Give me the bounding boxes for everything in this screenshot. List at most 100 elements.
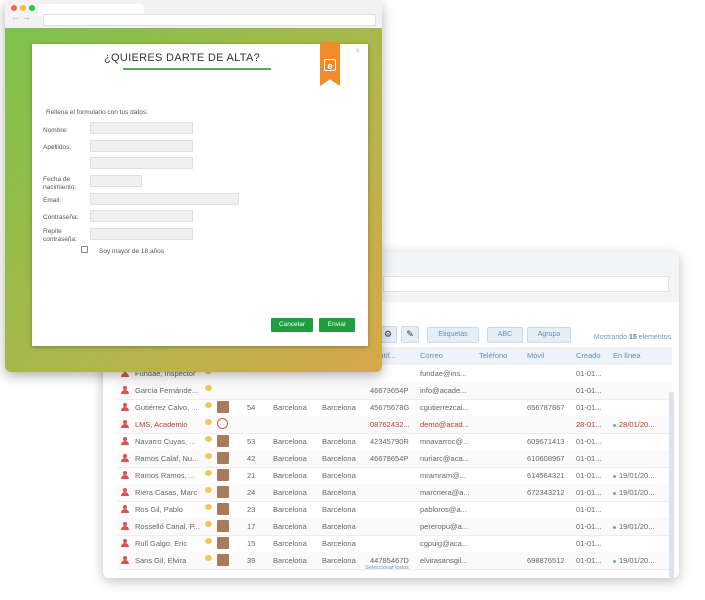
- table-row[interactable]: Gutiérrez Calvo, ... 54 Barcelona Barcelona…: [117, 399, 672, 417]
- column-header-online[interactable]: En línea: [613, 347, 641, 365]
- users-table: Identif... Correo Teléfono Móvil Creado …: [117, 347, 672, 577]
- user-created: 01-01...: [576, 437, 602, 446]
- user-age: 21: [247, 471, 256, 480]
- birthdate-field[interactable]: [90, 175, 142, 187]
- user-created: 01-01...: [576, 556, 602, 565]
- user-email: mramram@...: [420, 471, 466, 480]
- column-header-mobile[interactable]: Móvil: [527, 347, 545, 365]
- user-age: 23: [247, 505, 256, 514]
- user-mobile: 656787867: [527, 403, 565, 412]
- avatar: [217, 554, 229, 566]
- user-created: 01-01...: [576, 539, 602, 548]
- user-online: 28/01/20...: [613, 416, 654, 433]
- user-mobile: 672343212: [527, 488, 565, 497]
- tags-button[interactable]: Etiquetas: [427, 327, 479, 343]
- back-forward-icon[interactable]: ←→: [11, 12, 33, 22]
- chat-icon: [205, 521, 212, 527]
- column-header-email[interactable]: Correo: [420, 347, 443, 365]
- minimize-window-icon[interactable]: [20, 5, 26, 11]
- user-city: Barcelona: [273, 539, 307, 548]
- user-name: LMS, Academio: [135, 420, 188, 429]
- table-row[interactable]: Ramos Calaf, Nu... 42 Barcelona Barcelona 46…: [117, 450, 672, 468]
- chat-icon: [205, 504, 212, 510]
- user-id: 08762432...: [370, 420, 410, 429]
- user-name: Rull Galgo, Eric: [135, 539, 188, 548]
- column-header-created[interactable]: Creado: [576, 347, 601, 365]
- table-row[interactable]: García Fernánde... 46673654P info@acade...…: [117, 382, 672, 400]
- user-online: 19/01/20...: [613, 552, 654, 569]
- name-field[interactable]: [90, 122, 193, 134]
- submit-button[interactable]: Enviar: [319, 318, 355, 332]
- user-online: 19/01/20...: [613, 518, 654, 535]
- online-dot-icon: [613, 474, 616, 478]
- table-row[interactable]: LMS, Academio 08762432... demo@acad... 28-0…: [117, 416, 672, 434]
- table-row[interactable]: Navarro Cuyas, ... 53 Barcelona Barcelona 42…: [117, 433, 672, 451]
- user-age: 39: [247, 556, 256, 565]
- chat-icon: [205, 538, 212, 544]
- user-id: 46673654P: [370, 386, 409, 395]
- table-row[interactable]: Rosselló Canal, P... 17 Barcelona Barcelona…: [117, 518, 672, 536]
- column-header-phone[interactable]: Teléfono: [479, 347, 507, 365]
- online-date: 19/01/20...: [619, 556, 655, 565]
- email-label: Email:: [43, 197, 62, 204]
- email-field[interactable]: [90, 193, 239, 205]
- select-all-link[interactable]: Seleccionar todos: [365, 565, 409, 571]
- password-field[interactable]: [90, 210, 193, 222]
- user-created: 01-01...: [576, 505, 602, 514]
- table-row[interactable]: Rull Galgo, Eric 15 Barcelona Barcelona cgpu…: [117, 535, 672, 553]
- user-city: Barcelona: [273, 403, 307, 412]
- avatar: [217, 503, 229, 515]
- online-dot-icon: [613, 525, 616, 529]
- url-bar[interactable]: [43, 14, 376, 26]
- user-age: 53: [247, 437, 256, 446]
- user-created: 01-01...: [576, 522, 602, 531]
- surname-field[interactable]: [90, 140, 193, 152]
- user-age: 54: [247, 403, 256, 412]
- table-row[interactable]: Ros Gil, Pablo 23 Barcelona Barcelona pablor…: [117, 501, 672, 519]
- online-date: 19/01/20...: [619, 522, 655, 531]
- over18-checkbox[interactable]: [81, 246, 88, 253]
- close-window-icon[interactable]: [11, 5, 17, 11]
- magic-wand-icon[interactable]: ✎: [401, 326, 419, 343]
- user-province: Barcelona: [322, 522, 356, 531]
- user-icon: [121, 386, 129, 395]
- password-label: Contraseña:: [43, 214, 79, 221]
- table-row[interactable]: Riera Casas, Marc 24 Barcelona Barcelona mar…: [117, 484, 672, 502]
- chat-icon: [205, 470, 212, 476]
- user-created: 28-01...: [576, 420, 602, 429]
- cancel-button[interactable]: Cancelar: [271, 318, 313, 332]
- chat-icon: [205, 487, 212, 493]
- user-email: cgutierrezcal...: [420, 403, 469, 412]
- user-created: 01-01...: [576, 488, 602, 497]
- back-url-bar[interactable]: [383, 276, 669, 292]
- repeat-password-field[interactable]: [90, 228, 193, 240]
- avatar: [217, 486, 229, 498]
- user-created: 01-01...: [576, 471, 602, 480]
- user-province: Barcelona: [322, 488, 356, 497]
- user-age: 42: [247, 454, 256, 463]
- user-name: Ramos Ramos, ...: [135, 471, 196, 480]
- user-city: Barcelona: [273, 522, 307, 531]
- table-row[interactable]: Ramos Ramos, ... 21 Barcelona Barcelona mram…: [117, 467, 672, 485]
- user-city: Barcelona: [273, 454, 307, 463]
- user-age: 15: [247, 539, 256, 548]
- user-mobile: 614564321: [527, 471, 565, 480]
- user-online: 19/01/20...: [613, 484, 654, 501]
- abc-button[interactable]: ABC: [487, 327, 523, 343]
- group-button[interactable]: Agrupa: [527, 327, 571, 343]
- maximize-window-icon[interactable]: [29, 5, 35, 11]
- user-mobile: 610608967: [527, 454, 565, 463]
- user-email: nuriarc@aca...: [420, 454, 469, 463]
- brand-ribbon: e: [320, 42, 340, 86]
- user-icon: [121, 539, 129, 548]
- avatar: [217, 401, 229, 413]
- close-icon[interactable]: ×: [355, 46, 360, 55]
- second-surname-field[interactable]: [90, 157, 193, 169]
- user-name: Riera Casas, Marc: [135, 488, 198, 497]
- user-province: Barcelona: [322, 505, 356, 514]
- chat-icon: [205, 419, 212, 425]
- user-email: fundae@ins...: [420, 369, 467, 378]
- power-icon: [217, 418, 228, 429]
- vertical-scrollbar[interactable]: [669, 392, 674, 578]
- dialog-title: ¿QUIERES DARTE DE ALTA?: [103, 52, 261, 64]
